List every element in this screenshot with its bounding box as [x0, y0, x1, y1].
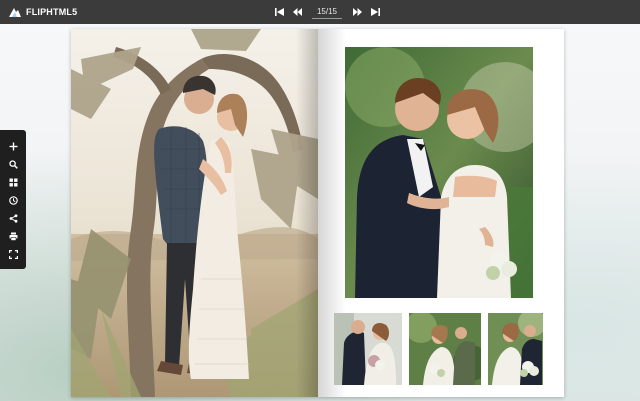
last-page-button[interactable]	[366, 3, 384, 21]
fast-forward-icon	[352, 8, 362, 16]
fullscreen-icon	[8, 249, 18, 259]
page-number-input[interactable]	[312, 5, 342, 19]
first-page-button[interactable]	[270, 3, 288, 21]
autoflip-button[interactable]	[0, 191, 26, 209]
zoom-in-button[interactable]	[0, 137, 26, 155]
search-button[interactable]	[0, 155, 26, 173]
thumbnails-button[interactable]	[0, 173, 26, 191]
plus-icon	[9, 142, 18, 151]
right-page	[318, 29, 564, 397]
skip-first-icon	[274, 8, 284, 16]
clock-icon	[8, 195, 18, 205]
thumbnail-photo-1	[334, 313, 402, 385]
thumbnail-photo-3	[488, 313, 543, 385]
skip-last-icon	[370, 8, 380, 16]
previous-page-button[interactable]	[288, 3, 306, 21]
fullscreen-button[interactable]	[0, 245, 26, 263]
left-page-photo	[71, 29, 318, 397]
flipbook-spread[interactable]	[71, 29, 564, 397]
share-icon	[9, 213, 18, 223]
rewind-icon	[292, 8, 302, 16]
fliphtml5-logo-icon	[8, 6, 22, 18]
side-toolbar	[0, 130, 26, 269]
search-icon	[8, 159, 18, 169]
print-button[interactable]	[0, 227, 26, 245]
grid-icon	[9, 178, 18, 187]
print-icon	[9, 232, 18, 241]
share-button[interactable]	[0, 209, 26, 227]
top-toolbar: FLIPHTML5	[0, 0, 640, 24]
next-page-button[interactable]	[348, 3, 366, 21]
brand-logo[interactable]: FLIPHTML5	[8, 4, 77, 20]
thumbnail-photo-2	[409, 313, 481, 385]
page-navigator	[270, 3, 384, 21]
logo-text: FLIPHTML5	[26, 7, 78, 17]
couple-portrait-photo	[345, 47, 533, 298]
